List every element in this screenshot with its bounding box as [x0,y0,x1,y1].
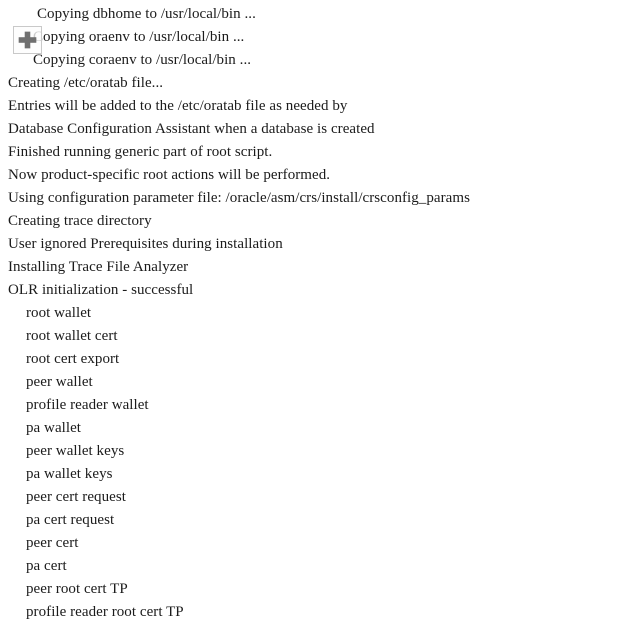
log-line-list: Copying dbhome to /usr/local/bin ... Copy… [0,3,630,624]
log-line: Entries will be added to the /etc/oratab… [8,98,348,114]
log-line: Database Configuration Assistant when a … [8,121,375,137]
log-line: peer wallet [26,374,93,390]
log-line: peer root cert TP [26,581,128,597]
log-line: peer cert [26,535,79,551]
log-line: Creating /etc/oratab file... [8,75,164,91]
log-line: pa wallet keys [26,466,113,482]
move-cross-icon [18,31,37,49]
log-line: User ignored Prerequisites during instal… [8,236,283,252]
log-line: Copying dbhome to /usr/local/bin ... [37,6,256,22]
log-line: peer wallet keys [26,443,125,459]
log-line: Finished running generic part of root sc… [8,144,273,160]
log-line: root cert export [26,351,120,367]
log-line: Now product-specific root actions will b… [8,167,331,183]
log-line: Creating trace directory [8,213,152,229]
log-line: Using configuration parameter file: /ora… [8,190,470,206]
log-line: OLR initialization - successful [8,282,194,298]
log-line: profile reader wallet [26,397,149,413]
drag-move-handle[interactable] [13,26,42,54]
log-line: pa wallet [26,420,82,436]
log-line: profile reader root cert TP [26,604,184,620]
log-line: pa cert request [26,512,115,528]
log-line: pa cert [26,558,67,574]
log-line: Installing Trace File Analyzer [8,259,189,275]
log-line: root wallet [26,305,92,321]
log-line: peer cert request [26,489,126,505]
terminal-output-pane[interactable]: Copying dbhome to /usr/local/bin ... Copy… [0,0,630,620]
log-line: root wallet cert [26,328,118,344]
log-line: Copying oraenv to /usr/local/bin ... [33,29,245,45]
log-line: Copying coraenv to /usr/local/bin ... [33,52,252,68]
